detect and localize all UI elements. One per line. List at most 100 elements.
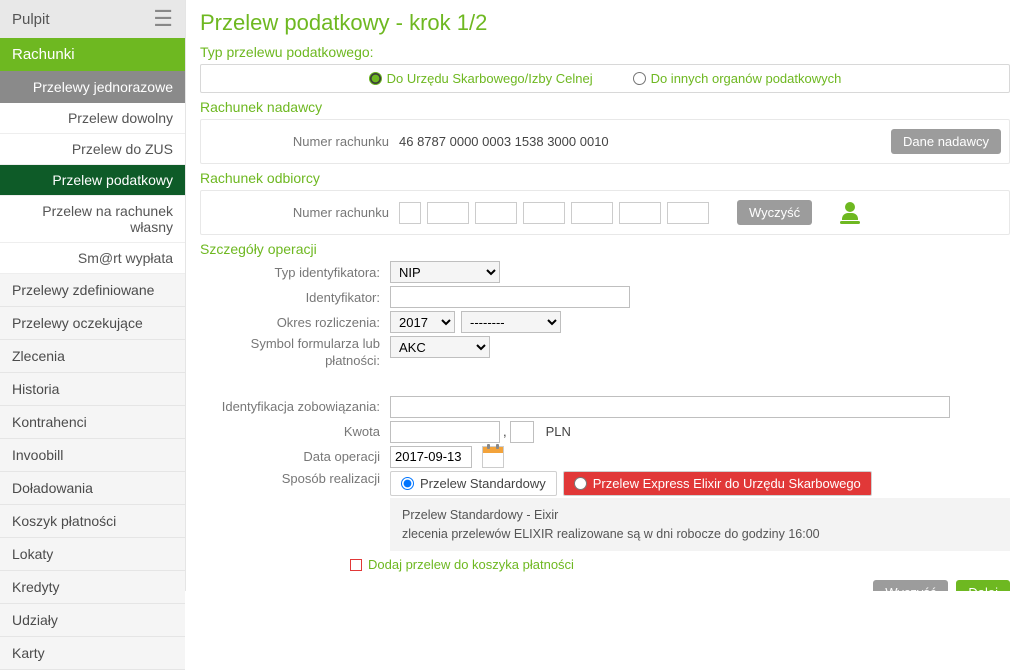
sidebar-item-zlecenia[interactable]: Zlecenia	[0, 340, 185, 373]
sidebar-group-rachunki[interactable]: Rachunki	[0, 38, 185, 71]
realize-standard-option[interactable]: Przelew Standardowy	[390, 471, 557, 496]
next-button[interactable]: Dalej	[956, 580, 1010, 591]
sidebar-item-label: Udziały	[12, 612, 58, 628]
sidebar-sub-head-przelewy-jednorazowe[interactable]: Przelewy jednorazowe	[0, 71, 185, 103]
note-title: Przelew Standardowy - Eixir	[402, 506, 998, 525]
realize-express-option[interactable]: Przelew Express Elixir do Urzędu Skarbow…	[563, 471, 872, 496]
section-receiver-label: Rachunek odbiorcy	[200, 170, 1010, 186]
sidebar-sub-przelew-na-rachunek-wlasny[interactable]: Przelew na rachunek własny	[0, 196, 185, 243]
radio-urzad-input[interactable]	[369, 72, 382, 85]
sidebar-item-label: Przelew do ZUS	[72, 141, 173, 157]
ident-zob-input[interactable]	[390, 396, 950, 418]
sidebar-item-label: Karty	[12, 645, 45, 661]
receiver-account-label: Numer rachunku	[209, 205, 399, 220]
sidebar-item-label: Kontrahenci	[12, 414, 87, 430]
sidebar-item-label: Przelew podatkowy	[52, 172, 173, 188]
clear-form-button[interactable]: Wyczyść	[873, 580, 948, 591]
sidebar-sub-smart-wyplata[interactable]: Sm@rt wypłata	[0, 243, 185, 274]
okres-label: Okres rozliczenia:	[200, 315, 390, 330]
sidebar-item-kontrahenci[interactable]: Kontrahenci	[0, 406, 185, 439]
calendar-icon[interactable]	[482, 446, 504, 468]
symbol-label: Symbol formularza lub płatności:	[200, 336, 390, 370]
basket-row[interactable]: Dodaj przelew do koszyka płatności	[350, 557, 1010, 572]
sidebar-item-lokaty[interactable]: Lokaty	[0, 538, 185, 571]
kwota-main-input[interactable]	[390, 421, 500, 443]
account-segment-input[interactable]	[667, 202, 709, 224]
sidebar-item-pulpit[interactable]: Pulpit ☰	[0, 0, 185, 38]
okres-year-select[interactable]: 2017	[390, 311, 455, 333]
account-segment-input[interactable]	[427, 202, 469, 224]
data-operacji-label: Data operacji	[200, 449, 390, 464]
sidebar-item-label: Pulpit	[12, 11, 50, 28]
sidebar-item-label: Przelewy oczekujące	[12, 315, 143, 331]
currency-label: PLN	[546, 424, 571, 439]
sidebar-item-label: Lokaty	[12, 546, 53, 562]
radio-inne-organy[interactable]: Do innych organów podatkowych	[633, 71, 842, 86]
radio-label: Do Urzędu Skarbowego/Izby Celnej	[387, 71, 593, 86]
sidebar-item-label: Zlecenia	[12, 348, 65, 364]
realize-express-radio[interactable]	[574, 477, 587, 490]
sposob-label: Sposób realizacji	[200, 471, 390, 486]
account-segment-input[interactable]	[571, 202, 613, 224]
basket-checkbox[interactable]	[350, 559, 362, 571]
receiver-clear-button[interactable]: Wyczyść	[737, 200, 812, 225]
realize-note: Przelew Standardowy - Eixir zlecenia prz…	[390, 498, 1010, 552]
sidebar-item-przelewy-oczekujace[interactable]: Przelewy oczekujące	[0, 307, 185, 340]
data-operacji-input[interactable]	[390, 446, 472, 468]
typ-id-select[interactable]: NIP	[390, 261, 500, 283]
radio-label: Do innych organów podatkowych	[651, 71, 842, 86]
account-segment-input[interactable]	[475, 202, 517, 224]
kwota-label: Kwota	[200, 424, 390, 439]
transfer-type-row: Do Urzędu Skarbowego/Izby Celnej Do inny…	[200, 64, 1010, 93]
sidebar-sub-przelew-do-zus[interactable]: Przelew do ZUS	[0, 134, 185, 165]
section-type-label: Typ przelewu podatkowego:	[200, 44, 1010, 60]
typ-id-label: Typ identyfikatora:	[200, 265, 390, 280]
note-text: zlecenia przelewów ELIXIR realizowane są…	[402, 525, 998, 544]
page-title: Przelew podatkowy - krok 1/2	[200, 10, 1010, 36]
radio-inne-input[interactable]	[633, 72, 646, 85]
sidebar-item-label: Historia	[12, 381, 59, 397]
receiver-panel: Numer rachunku Wyczyść	[200, 190, 1010, 235]
sidebar-item-doladowania[interactable]: Doładowania	[0, 472, 185, 505]
okres-period-select[interactable]: --------	[461, 311, 561, 333]
hamburger-icon[interactable]: ☰	[153, 8, 173, 30]
details-panel: Typ identyfikatora: NIP Identyfikator: O…	[200, 261, 1010, 572]
sidebar-sub-przelew-podatkowy[interactable]: Przelew podatkowy	[0, 165, 185, 196]
sidebar-item-karty[interactable]: Karty	[0, 637, 185, 670]
sidebar-item-invoobill[interactable]: Invoobill	[0, 439, 185, 472]
sidebar-item-label: Przelewy jednorazowe	[33, 79, 173, 95]
ident-zob-label: Identyfikacja zobowiązania:	[200, 399, 390, 414]
contact-icon[interactable]	[840, 202, 860, 224]
kwota-dec-input[interactable]	[510, 421, 534, 443]
identyfikator-input[interactable]	[390, 286, 630, 308]
sidebar-item-label: Koszyk płatności	[12, 513, 116, 529]
radio-urzad-skarbowy[interactable]: Do Urzędu Skarbowego/Izby Celnej	[369, 71, 593, 86]
sidebar-item-label: Rachunki	[12, 46, 75, 63]
decimal-separator: ,	[503, 424, 507, 439]
sidebar-item-przelewy-zdefiniowane[interactable]: Przelewy zdefiniowane	[0, 274, 185, 307]
sidebar-item-label: Przelewy zdefiniowane	[12, 282, 154, 298]
sender-details-button[interactable]: Dane nadawcy	[891, 129, 1001, 154]
sidebar-item-udzialy[interactable]: Udziały	[0, 604, 185, 637]
symbol-select[interactable]: AKC	[390, 336, 490, 358]
realize-standard-radio[interactable]	[401, 477, 414, 490]
sidebar-item-koszyk-platnosci[interactable]: Koszyk płatności	[0, 505, 185, 538]
sender-panel: Numer rachunku 46 8787 0000 0003 1538 30…	[200, 119, 1010, 164]
sidebar-item-label: Przelew dowolny	[68, 110, 173, 126]
sender-account-value: 46 8787 0000 0003 1538 3000 0010	[399, 134, 609, 149]
account-segment-input[interactable]	[399, 202, 421, 224]
sidebar-item-label: Sm@rt wypłata	[78, 250, 173, 266]
identyfikator-label: Identyfikator:	[200, 290, 390, 305]
section-details-label: Szczegóły operacji	[200, 241, 1010, 257]
sidebar-sub-przelew-dowolny[interactable]: Przelew dowolny	[0, 103, 185, 134]
sidebar-item-historia[interactable]: Historia	[0, 373, 185, 406]
basket-label: Dodaj przelew do koszyka płatności	[368, 557, 574, 572]
sidebar-item-label: Doładowania	[12, 480, 93, 496]
sidebar-item-label: Przelew na rachunek własny	[42, 203, 173, 235]
sidebar-item-kredyty[interactable]: Kredyty	[0, 571, 185, 604]
account-segment-input[interactable]	[523, 202, 565, 224]
realize-label: Przelew Standardowy	[420, 476, 546, 491]
account-segment-input[interactable]	[619, 202, 661, 224]
sidebar-item-label: Invoobill	[12, 447, 63, 463]
sidebar-item-label: Kredyty	[12, 579, 59, 595]
